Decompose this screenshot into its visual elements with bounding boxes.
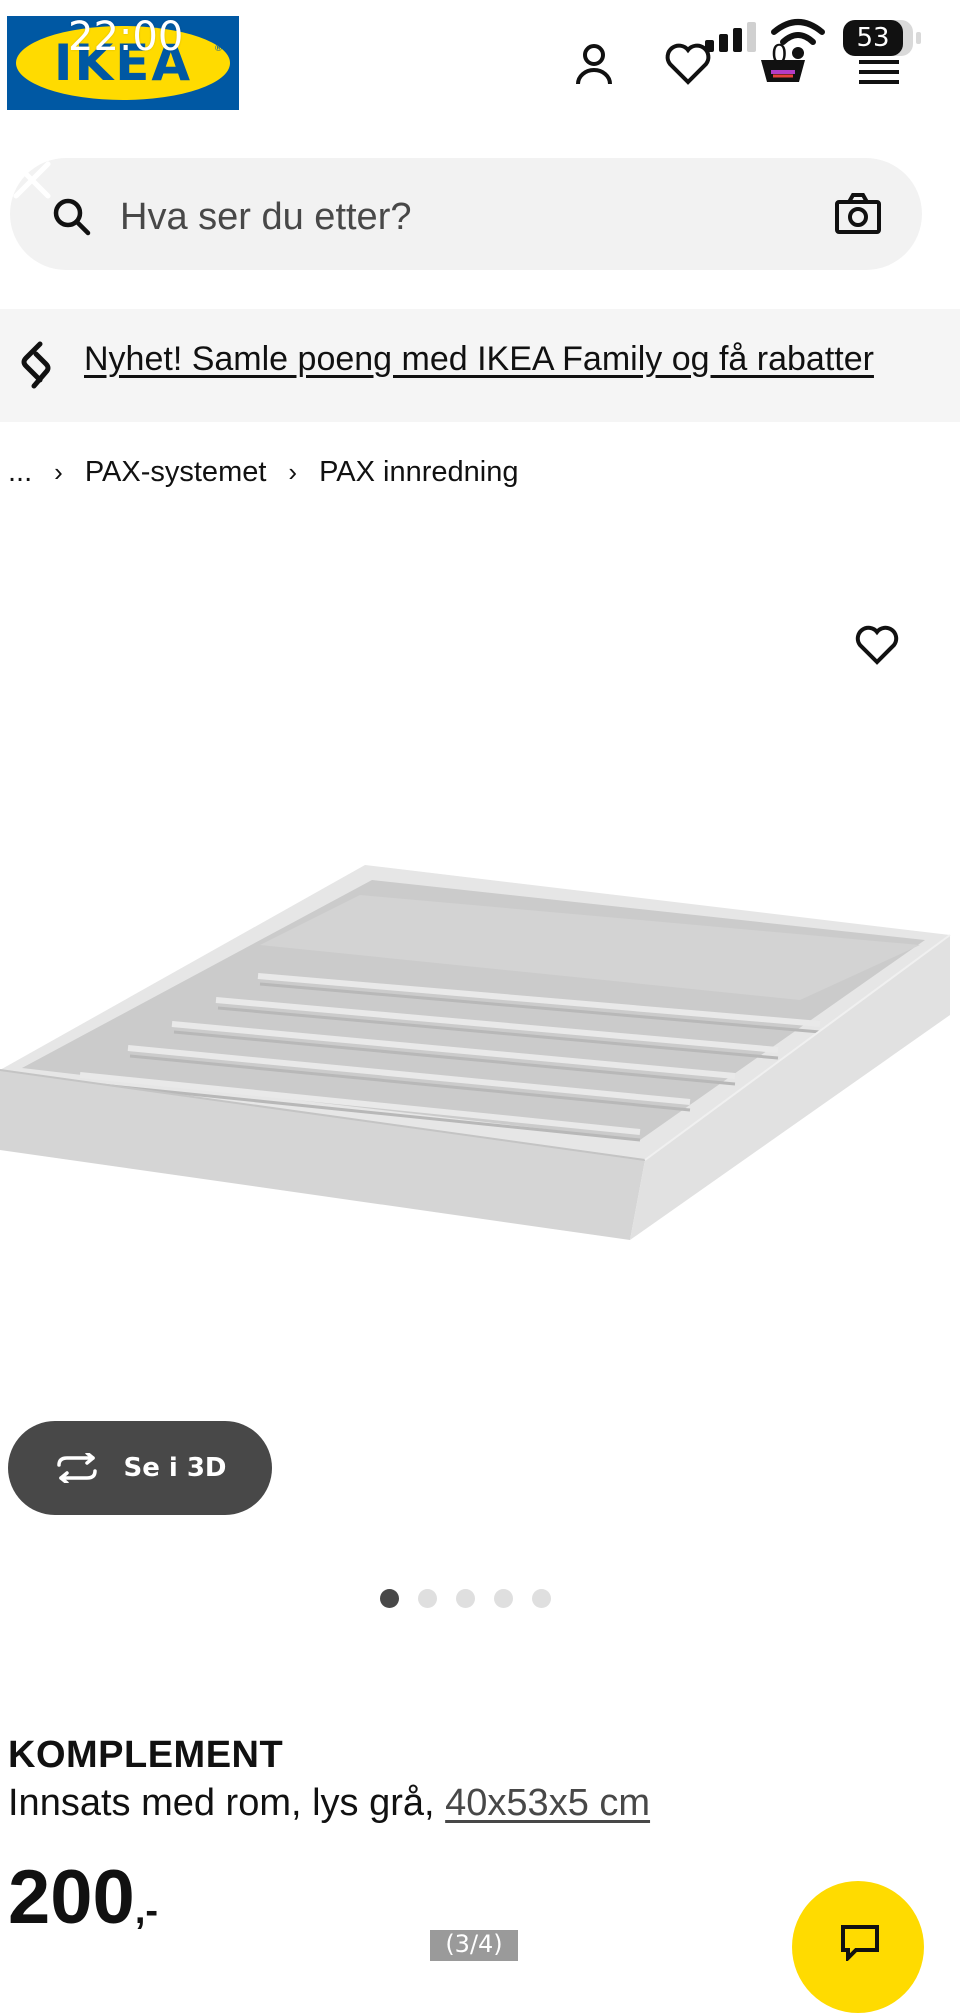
carousel-dot[interactable] <box>494 1589 513 1608</box>
camera-icon[interactable] <box>834 192 882 236</box>
price-suffix: ,- <box>134 1890 159 1932</box>
view-in-3d-label: Se i 3D <box>123 1453 227 1483</box>
close-icon[interactable] <box>10 158 54 202</box>
status-time: 22:00 <box>68 14 184 60</box>
breadcrumb-item-pax-systemet[interactable]: PAX-systemet <box>85 456 267 489</box>
chat-icon <box>840 1924 880 1963</box>
rotate-3d-icon <box>57 1453 98 1483</box>
view-in-3d-button[interactable]: Se i 3D <box>8 1421 272 1515</box>
chevron-right-icon: › <box>54 456 63 487</box>
ikea-family-link[interactable]: Nyhet! Samle poeng med IKEA Family og få… <box>84 340 874 379</box>
breadcrumb-item-pax-innredning[interactable]: PAX innredning <box>319 456 518 489</box>
page-indicator: (3/4) <box>430 1930 518 1961</box>
product-name: KOMPLEMENT <box>8 1734 284 1776</box>
price-value: 200 <box>8 1855 135 1940</box>
favourite-heart-icon[interactable] <box>852 620 902 670</box>
carousel-dots <box>380 1589 551 1608</box>
product-image[interactable] <box>0 840 960 1260</box>
product-type-text: Innsats med rom, lys grå, <box>8 1782 446 1824</box>
wifi-icon <box>770 18 826 60</box>
chevron-right-icon: › <box>288 456 298 487</box>
carousel-dot[interactable] <box>380 1589 399 1608</box>
product-price: 200,- <box>8 1860 158 1936</box>
product-dimensions-link[interactable]: 40x53x5 cm <box>445 1782 650 1824</box>
product-description: Innsats med rom, lys grå, 40x53x5 cm <box>8 1782 650 1825</box>
battery-icon: 53 <box>843 20 921 56</box>
signal-icon <box>705 22 765 54</box>
carousel-dot[interactable] <box>532 1589 551 1608</box>
search-input[interactable] <box>120 186 680 248</box>
battery-level: 53 <box>843 20 903 56</box>
person-icon[interactable] <box>566 36 622 92</box>
breadcrumb-ellipsis[interactable]: ... <box>8 456 32 489</box>
battery-tip <box>916 32 921 44</box>
logo-registered-mark: ® <box>214 44 223 54</box>
search-icon[interactable] <box>50 195 94 239</box>
carousel-dot[interactable] <box>418 1589 437 1608</box>
breadcrumb: ... › PAX-systemet › PAX innredning <box>8 452 518 492</box>
carousel-dot[interactable] <box>456 1589 475 1608</box>
family-link-icon <box>18 340 54 392</box>
